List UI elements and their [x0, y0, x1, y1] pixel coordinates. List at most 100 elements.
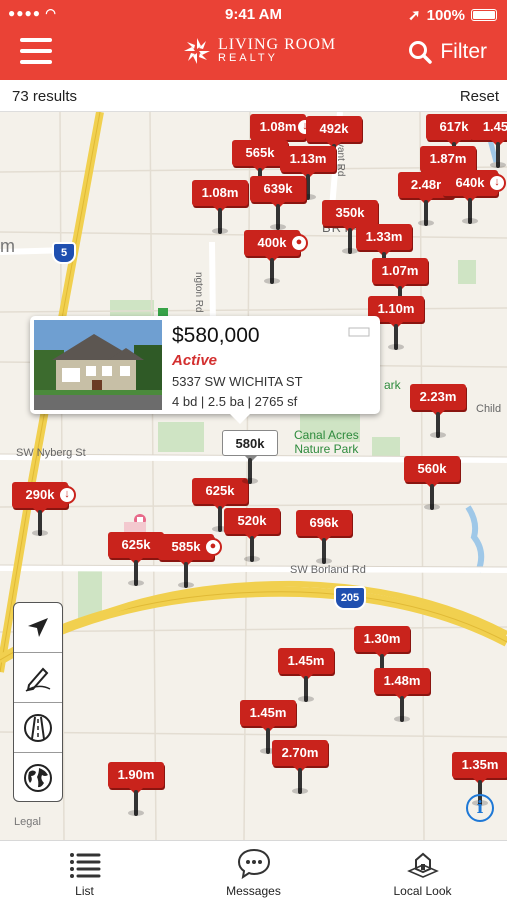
results-bar: 73 results Reset — [0, 80, 507, 112]
filter-label: Filter — [440, 40, 487, 63]
price-pin-label: 1.35m — [452, 752, 507, 785]
filter-button[interactable]: Filter — [408, 40, 487, 64]
price-pin-label: 1.08m — [192, 180, 248, 213]
pin-stem — [178, 562, 194, 588]
locate-me-button[interactable] — [14, 603, 62, 653]
status-right: ➚ 100% — [408, 6, 497, 24]
app-header: ●●●● ◠ 9:41 AM ➚ 100% LIVING ROOM REALTY — [0, 0, 507, 80]
house-photo — [34, 320, 162, 410]
interstate-205-shield: 205 — [334, 586, 366, 610]
tab-messages[interactable]: Messages — [169, 841, 338, 900]
tab-bar: List Messages Local Look — [0, 840, 507, 900]
pin-stem — [342, 228, 358, 254]
price-pin-label: 2.70m — [272, 740, 328, 773]
price-pin[interactable]: 290k ↓ — [12, 482, 76, 540]
map-view[interactable]: 5 205 m SW Nyberg St SW Borland Rd BRYAN… — [0, 112, 507, 840]
draw-area-button[interactable] — [14, 653, 62, 703]
price-pin[interactable]: 560k — [404, 456, 460, 514]
price-pin-label: 560k — [404, 456, 460, 489]
price-pin-label: 1.90m — [108, 762, 164, 795]
tab-label: Messages — [226, 884, 281, 898]
pin-stem — [490, 142, 506, 168]
price-pin[interactable]: 640k ↓ — [442, 170, 506, 228]
list-icon — [70, 853, 101, 878]
pin-stem — [32, 510, 48, 536]
tab-label: Local Look — [393, 884, 452, 898]
road-layer-button[interactable] — [14, 703, 62, 753]
satellite-layer-button[interactable] — [14, 753, 62, 803]
logo-line1: LIVING ROOM — [218, 36, 337, 53]
location-arrow-icon — [28, 617, 48, 637]
price-pin[interactable]: 625k — [108, 532, 164, 590]
price-pin[interactable]: 2.23m — [410, 384, 466, 442]
battery-percent: 100% — [426, 6, 465, 24]
pin-stem — [388, 324, 404, 350]
menu-button[interactable] — [20, 38, 52, 66]
pin-stem — [298, 676, 314, 702]
price-pin-label: 520k — [224, 508, 280, 541]
status-bar: ●●●● ◠ 9:41 AM ➚ 100% — [0, 0, 507, 28]
price-pin-label: 350k — [322, 200, 378, 233]
price-drop-icon: ↓ — [58, 486, 76, 504]
open-house-icon: ● — [290, 234, 308, 252]
price-pin-label: 2.23m — [410, 384, 466, 417]
price-pin[interactable]: 520k — [224, 508, 280, 566]
price-pin[interactable]: 1.45m — [278, 648, 334, 706]
price-pin[interactable]: 1.08m — [192, 180, 248, 238]
pin-stem — [462, 198, 478, 224]
pin-stem — [260, 728, 276, 754]
price-pin[interactable]: 400k ● — [244, 230, 308, 288]
price-pin[interactable]: 639k — [250, 176, 306, 234]
logo-flower-icon — [184, 38, 210, 64]
selected-price-pin[interactable]: 580k — [222, 430, 278, 488]
app-logo: LIVING ROOM REALTY — [182, 36, 336, 66]
price-pin[interactable]: 1.90m — [108, 762, 164, 820]
price-pin-label: 1.45r — [470, 114, 507, 147]
logo-line2: REALTY — [218, 52, 278, 64]
price-pin[interactable]: 2.70m — [272, 740, 328, 798]
price-pin-label: 1.87m — [420, 146, 476, 179]
pin-stem — [430, 412, 446, 438]
pin-stem — [244, 536, 260, 562]
pin-stem — [128, 790, 144, 816]
price-drop-icon: ↓ — [488, 174, 506, 192]
pin-stem — [242, 458, 258, 484]
legal-link[interactable]: Legal — [14, 816, 41, 828]
price-pin[interactable]: 696k — [296, 510, 352, 568]
price-pin-label: 625k — [108, 532, 164, 565]
pin-stem — [316, 538, 332, 564]
listing-status: Active — [172, 352, 218, 369]
street-label: Child — [476, 403, 502, 415]
map-tools — [13, 602, 63, 802]
listing-popup[interactable]: $580,000 Active 5337 SW WICHITA ST 4 bd … — [30, 316, 380, 424]
price-pin[interactable]: 1.48m — [374, 668, 430, 726]
pin-stem — [424, 484, 440, 510]
listing-address: 5337 SW WICHITA ST — [172, 374, 303, 389]
price-pin-label: 1.07m — [372, 258, 428, 291]
listing-price: $580,000 — [172, 324, 260, 347]
tab-label: List — [75, 884, 94, 898]
map-label: m — [0, 236, 15, 256]
listing-specs: 4 bd | 2.5 ba | 2765 sf — [172, 394, 298, 409]
pin-stem — [418, 200, 434, 226]
street-label: ngton Rd — [193, 272, 204, 313]
nav-bar: LIVING ROOM REALTY Filter — [0, 28, 507, 80]
results-count: 73 results — [12, 88, 78, 105]
pin-stem — [264, 258, 280, 284]
price-pin-label: 696k — [296, 510, 352, 543]
pin-stem — [394, 696, 410, 722]
price-pin-label: 580k — [222, 430, 278, 462]
pencil-icon — [25, 667, 51, 692]
pin-stem — [212, 506, 228, 532]
listing-photo[interactable] — [34, 320, 162, 410]
tab-local-look[interactable]: Local Look — [338, 841, 507, 900]
park-label: ark — [384, 378, 401, 392]
tab-list[interactable]: List — [0, 841, 169, 900]
price-pin-label: 492k — [306, 116, 362, 149]
info-icon[interactable]: i — [466, 794, 494, 822]
reset-button[interactable]: Reset — [460, 88, 499, 105]
open-house-icon: ● — [204, 538, 222, 556]
price-pin[interactable]: 585k ● — [158, 534, 222, 592]
price-pin-label: 1.45m — [240, 700, 296, 733]
location-arrow-icon: ➚ — [408, 7, 421, 24]
